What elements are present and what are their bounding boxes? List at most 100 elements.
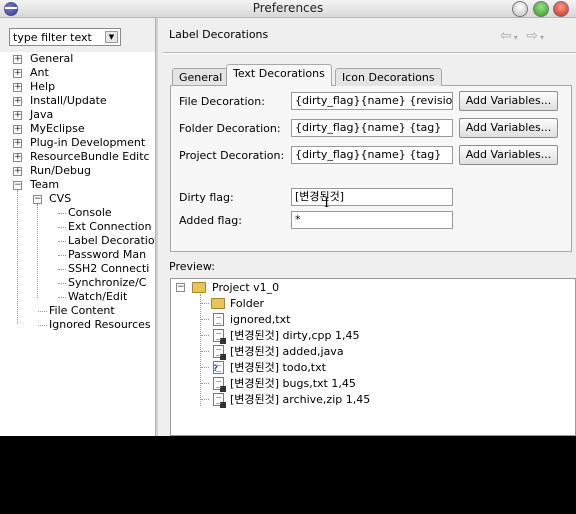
tree-guide-line <box>201 367 209 368</box>
preview-item-label: [변경된것] added,java <box>230 345 344 358</box>
preview-item-label: [변경된것] todo,txt <box>230 361 326 374</box>
dirty-flag-field[interactable]: [변경된것] <box>291 188 453 206</box>
tree-item-label: Plug-in Development <box>30 136 146 149</box>
folder-add-variables-button[interactable]: Add Variables... <box>459 118 558 138</box>
preview-item-label: Folder <box>230 297 264 310</box>
file-icon <box>213 345 226 360</box>
tree-item-label: Watch/Edit <box>68 290 128 303</box>
project-folder-icon <box>192 282 206 293</box>
dirty-flag-label: Dirty flag: <box>179 191 234 204</box>
tree-guide-line <box>38 325 47 326</box>
title-separator <box>163 52 576 54</box>
expand-icon[interactable]: + <box>13 167 22 176</box>
collapse-icon[interactable]: − <box>176 283 185 292</box>
added-flag-field[interactable]: * <box>291 211 453 229</box>
close-button[interactable] <box>553 1 569 17</box>
project-decoration-field[interactable]: {dirty_flag}{name} {tag} <box>291 146 453 164</box>
tree-guide-line <box>58 227 66 228</box>
preview-item-label: [변경된것] archive,zip 1,45 <box>230 393 371 406</box>
collapse-icon[interactable]: − <box>13 181 22 190</box>
expand-icon[interactable]: + <box>13 111 22 120</box>
collapse-icon[interactable]: − <box>33 195 42 204</box>
tree-guide-line <box>201 303 209 304</box>
tree-item-label: Console <box>68 206 112 219</box>
tree-guide-line <box>38 311 47 312</box>
project-decoration-label: Project Decoration: <box>179 149 285 162</box>
file-add-variables-button[interactable]: Add Variables... <box>459 91 558 111</box>
tree-item-label: ResourceBundle Editc <box>30 150 150 163</box>
tree-item-label: General <box>30 52 74 65</box>
tree-guide-line <box>201 399 209 400</box>
expand-icon[interactable]: + <box>13 125 22 134</box>
tree-item-label: Install/Update <box>30 94 107 107</box>
forward-menu-icon[interactable]: ▾ <box>540 33 546 42</box>
folder-decoration-field[interactable]: {dirty_flag}{name} {tag} <box>291 119 453 137</box>
minimize-button[interactable] <box>512 1 528 17</box>
preview-item-label: [변경된것] dirty,cpp 1,45 <box>230 329 360 342</box>
tree-guide-line <box>201 351 209 352</box>
tree-guide-line <box>58 255 66 256</box>
file-icon <box>213 393 226 408</box>
preview-project-row[interactable]: − Project v1_0 <box>171 280 471 295</box>
tree-guide-line <box>17 190 18 324</box>
file-icon <box>213 377 226 392</box>
tab-general[interactable]: General <box>172 68 230 86</box>
tree-item-label: Help <box>30 80 56 93</box>
file-decoration-field[interactable]: {dirty_flag}{name} {revision <box>291 92 453 110</box>
preview-item-label: ignored,txt <box>230 313 291 326</box>
file-icon <box>213 329 226 344</box>
preview-item[interactable]: [변경된것] dirty,cpp 1,45 <box>171 328 471 344</box>
tree-item-label: MyEclipse <box>30 122 85 135</box>
preview-item[interactable]: Folder <box>171 296 471 311</box>
tab-icon-decorations[interactable]: Icon Decorations <box>335 68 442 86</box>
maximize-button[interactable] <box>533 1 549 17</box>
filter-dropdown-button[interactable]: ▼ <box>105 31 118 43</box>
preview-item[interactable]: [변경된것] bugs,txt 1,45 <box>171 376 471 392</box>
text-cursor-icon: I <box>324 196 330 211</box>
preferences-tree[interactable]: + General + Ant + Help + Install/Update … <box>0 52 155 436</box>
tree-guide-line <box>58 297 66 298</box>
tree-guide-line <box>58 213 66 214</box>
pane-splitter[interactable] <box>155 18 158 436</box>
tree-item-label: Password Man <box>68 248 147 261</box>
tree-item-label: Ext Connection <box>68 220 152 233</box>
history-navigation: ⇦▾ ⇨▾ <box>500 28 546 44</box>
tree-guide-line <box>201 319 209 320</box>
unknown-file-icon: ? <box>213 361 224 374</box>
preview-item[interactable]: [변경된것] archive,zip 1,45 <box>171 392 471 408</box>
tree-item-label: Ant <box>30 66 49 79</box>
tree-item-label: CVS <box>49 192 72 205</box>
expand-icon[interactable]: + <box>13 55 22 64</box>
expand-icon[interactable]: + <box>13 83 22 92</box>
file-decoration-label: File Decoration: <box>179 95 265 108</box>
preferences-window: Preferences ▼ + General + Ant + Help + I… <box>0 0 576 436</box>
project-add-variables-button[interactable]: Add Variables... <box>459 145 558 165</box>
expand-icon[interactable]: + <box>13 97 22 106</box>
tree-item-label: Java <box>30 108 54 121</box>
back-menu-icon[interactable]: ▾ <box>514 33 520 42</box>
tree-guide-line <box>58 283 66 284</box>
tree-guide-line <box>58 241 66 242</box>
page-title: Label Decorations <box>169 28 269 41</box>
tree-item-label: Label Decoratio <box>68 234 155 247</box>
expand-icon[interactable]: + <box>13 153 22 162</box>
preview-label: Preview: <box>169 260 215 273</box>
expand-icon[interactable]: + <box>13 139 22 148</box>
folder-icon <box>211 298 225 309</box>
window-title: Preferences <box>252 1 324 15</box>
preview-item[interactable]: ? [변경된것] todo,txt <box>171 360 471 375</box>
preview-tree[interactable]: − Project v1_0 Folder ignored,txt [변경된것]… <box>170 278 576 436</box>
title-bar[interactable]: Preferences <box>0 0 576 18</box>
filter-input[interactable] <box>10 29 100 45</box>
tab-text-decorations[interactable]: Text Decorations <box>226 64 332 86</box>
tree-item-label: Run/Debug <box>30 164 91 177</box>
tree-guide-line <box>201 335 209 336</box>
expand-icon[interactable]: + <box>13 69 22 78</box>
back-arrow-icon[interactable]: ⇦ <box>500 28 514 44</box>
preview-item[interactable]: [변경된것] added,java <box>171 344 471 360</box>
preview-item[interactable]: ignored,txt <box>171 312 471 327</box>
tree-guide-line <box>37 204 38 298</box>
forward-arrow-icon[interactable]: ⇨ <box>526 28 540 44</box>
filter-combo[interactable]: ▼ <box>9 28 121 46</box>
tree-item-label: Ignored Resources <box>49 318 151 331</box>
